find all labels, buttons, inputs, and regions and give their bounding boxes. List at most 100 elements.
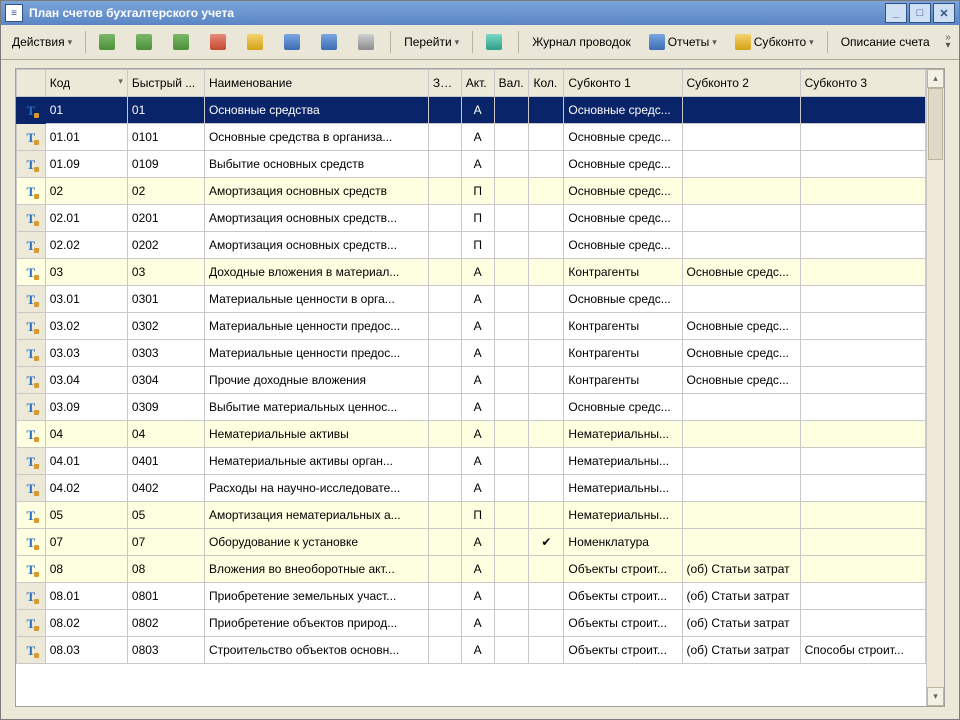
col-kol[interactable]: Кол. <box>529 70 564 97</box>
cell-zab <box>428 637 461 664</box>
cell-akt: А <box>461 124 494 151</box>
col-s2[interactable]: Субконто 2 <box>682 70 800 97</box>
goto-menu[interactable]: Перейти▾ <box>397 28 466 56</box>
cell-s2: Основные средс... <box>682 367 800 394</box>
clear-filter-button[interactable] <box>351 28 384 56</box>
accounts-table[interactable]: Код▾ Быстрый ... Наименование Заб. Акт. … <box>16 69 926 664</box>
cell-kod: 01.01 <box>45 124 127 151</box>
cell-kol <box>529 583 564 610</box>
cell-kod: 03.03 <box>45 340 127 367</box>
find-button[interactable] <box>277 28 310 56</box>
table-row[interactable]: T01.010101Основные средства в организа..… <box>17 124 926 151</box>
col-s1[interactable]: Субконто 1 <box>564 70 682 97</box>
cell-fast: 0801 <box>127 583 204 610</box>
reports-menu[interactable]: Отчеты▾ <box>642 28 724 56</box>
subkonto-icon <box>735 34 751 50</box>
hierarchy-button[interactable] <box>240 28 273 56</box>
table-row[interactable]: T0303Доходные вложения в материал...АКон… <box>17 259 926 286</box>
cell-val <box>494 637 529 664</box>
table-row[interactable]: T0505Амортизация нематериальных а...ПНем… <box>17 502 926 529</box>
table-row[interactable]: T08.010801Приобретение земельных участ..… <box>17 583 926 610</box>
cell-zab <box>428 178 461 205</box>
subkonto-menu[interactable]: Субконто▾ <box>728 28 821 56</box>
journal-button[interactable]: Журнал проводок <box>525 28 638 56</box>
close-button[interactable]: ✕ <box>933 3 955 23</box>
col-zab[interactable]: Заб. <box>428 70 461 97</box>
cell-s3 <box>800 556 925 583</box>
cell-val <box>494 475 529 502</box>
table-row[interactable]: T03.030303Материальные ценности предос..… <box>17 340 926 367</box>
cell-s3 <box>800 529 925 556</box>
scroll-up-button[interactable]: ▴ <box>927 69 944 88</box>
goto-label: Перейти <box>404 35 452 49</box>
scroll-thumb[interactable] <box>928 88 943 160</box>
table-row[interactable]: T04.020402Расходы на научно-исследовате.… <box>17 475 926 502</box>
col-val[interactable]: Вал. <box>494 70 529 97</box>
actions-menu[interactable]: Действия▾ <box>5 28 79 56</box>
toolbar: Действия▾ Перейти▾ Журнал проводок Отчет… <box>1 25 959 60</box>
toolbar-separator <box>518 31 519 53</box>
add-copy-button[interactable] <box>129 28 162 56</box>
col-icon[interactable] <box>17 70 46 97</box>
chevron-down-icon: ▾ <box>809 37 814 48</box>
table-row[interactable]: T08.020802Приобретение объектов природ..… <box>17 610 926 637</box>
table-row[interactable]: T04.010401Нематериальные активы орган...… <box>17 448 926 475</box>
desc-label: Описание счета <box>841 35 930 49</box>
toolbar-overflow[interactable]: »▾ <box>941 34 955 50</box>
edit-icon <box>173 34 189 50</box>
desc-button[interactable]: Описание счета <box>834 28 937 56</box>
col-name[interactable]: Наименование <box>204 70 428 97</box>
cell-s3 <box>800 259 925 286</box>
table-row[interactable]: T0404Нематериальные активыАНематериальны… <box>17 421 926 448</box>
row-icon-cell: T <box>17 637 46 664</box>
cell-s3 <box>800 313 925 340</box>
table-row[interactable]: T0202Амортизация основных средствПОсновн… <box>17 178 926 205</box>
table-row[interactable]: T03.010301Материальные ценности в орга..… <box>17 286 926 313</box>
add-button[interactable] <box>92 28 125 56</box>
table-row[interactable]: T03.020302Материальные ценности предос..… <box>17 313 926 340</box>
table-row[interactable]: T03.090309Выбытие материальных ценнос...… <box>17 394 926 421</box>
cell-zab <box>428 583 461 610</box>
toolbar-separator <box>827 31 828 53</box>
table-row[interactable]: T02.010201Амортизация основных средств..… <box>17 205 926 232</box>
account-icon: T <box>24 130 38 144</box>
col-fast[interactable]: Быстрый ... <box>127 70 204 97</box>
table-row[interactable]: T0101Основные средстваАОсновные средс... <box>17 97 926 124</box>
refresh-button[interactable] <box>479 28 512 56</box>
cell-s3 <box>800 475 925 502</box>
maximize-button[interactable]: □ <box>909 3 931 23</box>
cell-s2 <box>682 286 800 313</box>
cell-zab <box>428 610 461 637</box>
table-row[interactable]: T0808Вложения во внеоборотные акт...АОбъ… <box>17 556 926 583</box>
table-row[interactable]: T02.020202Амортизация основных средств..… <box>17 232 926 259</box>
scroll-track[interactable] <box>927 88 944 687</box>
edit-button[interactable] <box>166 28 199 56</box>
cell-s1: Основные средс... <box>564 97 682 124</box>
col-akt[interactable]: Акт. <box>461 70 494 97</box>
cell-s2 <box>682 205 800 232</box>
cell-s1: Основные средс... <box>564 205 682 232</box>
cell-fast: 07 <box>127 529 204 556</box>
filter-button[interactable] <box>314 28 347 56</box>
table-row[interactable]: T03.040304Прочие доходные вложенияАКонтр… <box>17 367 926 394</box>
chevron-down-icon: ▾ <box>455 37 460 48</box>
cell-akt: А <box>461 610 494 637</box>
minimize-button[interactable]: _ <box>885 3 907 23</box>
col-s3[interactable]: Субконто 3 <box>800 70 925 97</box>
cell-s2 <box>682 232 800 259</box>
cell-s2: Основные средс... <box>682 340 800 367</box>
cell-name: Расходы на научно-исследовате... <box>204 475 428 502</box>
cell-zab <box>428 232 461 259</box>
table-row[interactable]: T01.090109Выбытие основных средствАОснов… <box>17 151 926 178</box>
table-row[interactable]: T08.030803Строительство объектов основн.… <box>17 637 926 664</box>
cell-name: Выбытие основных средств <box>204 151 428 178</box>
table-row[interactable]: T0707Оборудование к установкеА✔Номенклат… <box>17 529 926 556</box>
cell-s2: Основные средс... <box>682 313 800 340</box>
vertical-scrollbar[interactable]: ▴ ▾ <box>926 69 944 706</box>
cell-s2 <box>682 394 800 421</box>
scroll-down-button[interactable]: ▾ <box>927 687 944 706</box>
row-icon-cell: T <box>17 286 46 313</box>
col-kod[interactable]: Код▾ <box>45 70 127 97</box>
delete-button[interactable] <box>203 28 236 56</box>
cell-name: Материальные ценности в орга... <box>204 286 428 313</box>
